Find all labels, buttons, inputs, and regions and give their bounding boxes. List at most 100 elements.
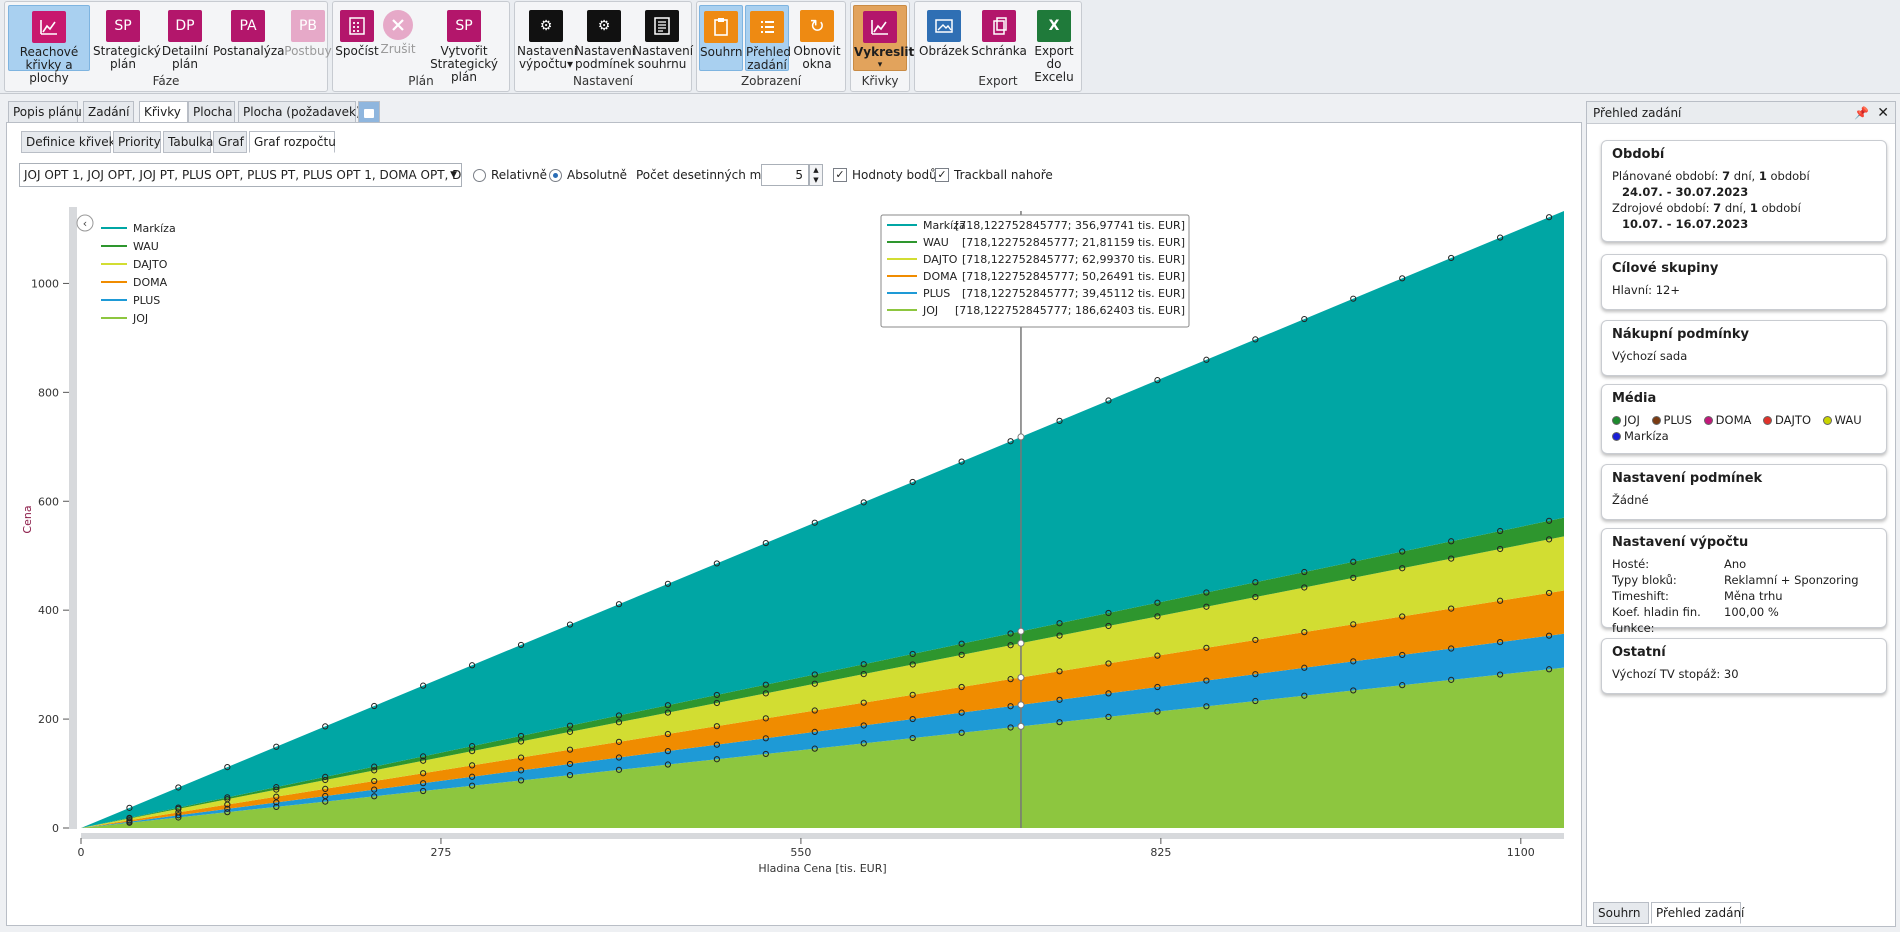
card-nastaveni-podminek: Nastavení podmínek Žádné bbox=[1601, 464, 1887, 520]
trackball-value: [718,122752845777; 21,81159 tis. EUR] bbox=[962, 236, 1185, 249]
ribbon-group-faze: Reachové křivky a plochy SP Strategický … bbox=[4, 1, 332, 92]
tab-souhrn[interactable]: Souhrn bbox=[1593, 902, 1649, 924]
x-tick-label: 275 bbox=[430, 846, 451, 859]
x-tick-label: 550 bbox=[790, 846, 811, 859]
tab-plocha-pozadavek[interactable]: Plocha (požadavek) bbox=[238, 101, 361, 123]
lock-icon bbox=[364, 109, 374, 118]
button-label: souhrnu bbox=[637, 57, 687, 71]
calculate-button[interactable]: Spočíst bbox=[335, 5, 379, 71]
button-label: podmínek bbox=[575, 57, 635, 71]
decimals-spinner[interactable]: ▲ ▼ bbox=[809, 164, 823, 186]
trackball-series: WAU bbox=[923, 236, 949, 249]
trackball-value: [718,122752845777; 50,26491 tis. EUR] bbox=[962, 270, 1185, 283]
tab-graf-rozpoctu[interactable]: Graf rozpočtu bbox=[249, 131, 336, 153]
trackball-point bbox=[1017, 673, 1025, 681]
chevron-down-icon: ▼ bbox=[450, 170, 457, 180]
tab-popis-planu[interactable]: Popis plánu bbox=[8, 101, 82, 123]
button-label: plán bbox=[172, 57, 198, 71]
media-dot-icon bbox=[1612, 416, 1621, 425]
relative-radio[interactable] bbox=[473, 169, 486, 182]
tab-krivky[interactable]: Křivky bbox=[139, 101, 188, 123]
summary-settings-button[interactable]: Nastavení souhrnu bbox=[633, 5, 693, 71]
pa-icon: PA bbox=[231, 10, 265, 42]
summary-toggle-button[interactable]: Souhrn bbox=[699, 5, 743, 71]
card-title: Ostatní bbox=[1612, 645, 1666, 660]
tab-prehled-zadani[interactable]: Přehled zadání bbox=[1651, 902, 1744, 924]
series-select[interactable]: JOJ OPT 1, JOJ OPT, JOJ PT, PLUS OPT, PL… bbox=[19, 163, 462, 187]
pin-icon[interactable]: 📌 bbox=[1854, 102, 1869, 124]
x-tick-label: 1100 bbox=[1507, 846, 1535, 859]
button-label: výpočtu▾ bbox=[518, 57, 574, 71]
decimals-input[interactable]: 5 bbox=[761, 164, 809, 186]
button-label: Obrázek bbox=[919, 44, 969, 58]
trackball-top-checkbox[interactable]: ✓ bbox=[935, 168, 949, 182]
setting-row: Timeshift: Měna trhu bbox=[1612, 589, 1783, 603]
trackball-point bbox=[1017, 722, 1025, 730]
calc-settings-button[interactable]: ⚙ Nastavení výpočtu▾ bbox=[517, 5, 577, 71]
card-obdobi: Období Plánované období: 7 dní, 1 období… bbox=[1601, 140, 1887, 242]
tab-definice-krivek[interactable]: Definice křivek bbox=[21, 131, 116, 153]
button-label: plán bbox=[110, 57, 136, 71]
draw-button[interactable]: Vykreslit ▾ bbox=[853, 5, 914, 71]
trackball-point bbox=[1017, 701, 1025, 709]
absolute-radio[interactable] bbox=[549, 169, 562, 182]
group-label: Fáze bbox=[152, 74, 180, 88]
point-values-checkbox[interactable]: ✓ bbox=[833, 168, 847, 182]
legend-label: DOMA bbox=[133, 276, 168, 289]
ribbon-group-krivky: Vykreslit ▾ Křivky bbox=[850, 1, 914, 92]
trackball-value: [718,122752845777; 186,62403 tis. EUR] bbox=[955, 304, 1185, 317]
export-image-button[interactable]: Obrázek bbox=[917, 5, 971, 71]
card-ostatni: Ostatní Výchozí TV stopáž: 30 bbox=[1601, 638, 1887, 694]
tab-tabulka[interactable]: Tabulka bbox=[163, 131, 213, 153]
y-tick-label: 400 bbox=[38, 604, 59, 617]
list-icon bbox=[750, 11, 784, 43]
conditions-settings-button[interactable]: ⚙ Nastavení podmínek bbox=[575, 5, 635, 71]
card-cilove-skupiny: Cílové skupiny Hlavní: 12+ bbox=[1601, 254, 1887, 310]
trackball-value: [718,122752845777; 356,97741 tis. EUR] bbox=[955, 219, 1185, 232]
media-item: Markíza bbox=[1612, 429, 1669, 443]
group-label: Nastavení bbox=[572, 74, 634, 88]
media-item: WAU bbox=[1822, 413, 1862, 427]
tab-priority[interactable]: Priority bbox=[113, 131, 161, 153]
ribbon-group-nastaveni: ⚙ Nastavení výpočtu▾ ⚙ Nastavení podmíne… bbox=[514, 1, 693, 92]
sp-icon: SP bbox=[106, 10, 140, 42]
group-label: Plán bbox=[408, 74, 434, 88]
gear-icon: ⚙ bbox=[529, 10, 563, 42]
card-title: Cílové skupiny bbox=[1612, 261, 1719, 276]
y-tick-label: 600 bbox=[38, 495, 59, 508]
tab-plocha[interactable]: Plocha bbox=[188, 101, 235, 123]
export-clipboard-button[interactable]: Schránka bbox=[971, 5, 1027, 71]
tab-zadani[interactable]: Zadání bbox=[83, 101, 134, 123]
lock-tab[interactable] bbox=[358, 101, 380, 123]
postbuy-button[interactable]: PB Postbuy bbox=[283, 5, 333, 71]
create-strategic-plan-button[interactable]: SP Vytvořit Strategický plán bbox=[419, 5, 509, 84]
chart-area-icon bbox=[863, 11, 897, 43]
postanalysis-button[interactable]: PA Postanalýza bbox=[213, 5, 285, 71]
button-label: Schránka bbox=[971, 44, 1027, 58]
legend-label: JOJ bbox=[132, 312, 148, 325]
media-dot-icon bbox=[1822, 416, 1832, 425]
ribbon-group-export: Obrázek Schránka X Export do Excelu Expo… bbox=[914, 1, 1082, 92]
export-excel-button[interactable]: X Export do Excelu bbox=[1027, 5, 1081, 84]
card-text: Žádné bbox=[1612, 493, 1649, 507]
group-label: Křivky bbox=[861, 74, 899, 88]
trackball-series: DAJTO bbox=[923, 253, 958, 266]
media-dot-icon bbox=[1703, 416, 1713, 425]
ribbon-group-zobrazeni: Souhrn Přehled zadání ↻ Obnovit okna Zob… bbox=[696, 1, 846, 92]
strategic-plan-button[interactable]: SP Strategický plán bbox=[93, 5, 161, 71]
card-text: Výchozí TV stopáž: 30 bbox=[1612, 667, 1739, 681]
refresh-windows-button[interactable]: ↻ Obnovit okna bbox=[791, 5, 843, 71]
trackball-top-label: Trackball nahoře bbox=[954, 168, 1053, 182]
cancel-button[interactable]: Zrušit bbox=[377, 5, 419, 71]
tab-graf[interactable]: Graf bbox=[213, 131, 247, 153]
trackball-value: [718,122752845777; 39,45112 tis. EUR] bbox=[962, 287, 1185, 300]
reach-curves-button[interactable]: Reachové křivky a plochy bbox=[8, 5, 90, 85]
detail-plan-button[interactable]: DP Detailní plán bbox=[155, 5, 215, 71]
close-icon[interactable]: ✕ bbox=[1877, 102, 1889, 124]
legend-label: WAU bbox=[133, 240, 159, 253]
overview-toggle-button[interactable]: Přehled zadání bbox=[745, 5, 791, 72]
card-text: Hlavní: 12+ bbox=[1612, 283, 1680, 297]
x-tick-label: 0 bbox=[78, 846, 85, 859]
budget-chart[interactable]: 0 275 550 825 1100 0 200 400 600 800 1000 Hladina C… bbox=[19, 201, 1575, 917]
media-dot-icon bbox=[1651, 416, 1661, 425]
